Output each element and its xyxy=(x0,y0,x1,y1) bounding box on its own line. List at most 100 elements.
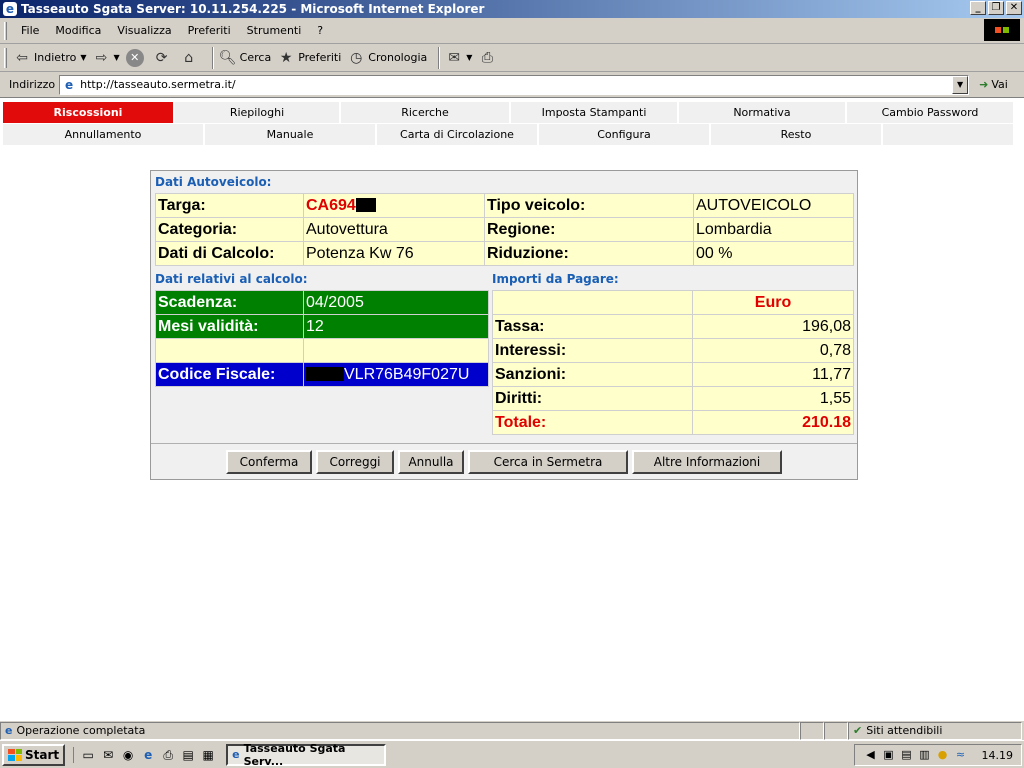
back-arrow-icon: ⇦ xyxy=(16,49,28,66)
interessi-value: 0,78 xyxy=(693,339,853,362)
riduzione-value: 00 % xyxy=(694,242,853,265)
app-icon[interactable]: ▤ xyxy=(180,747,196,763)
address-url[interactable]: http://tasseauto.sermetra.it/ xyxy=(80,78,236,91)
clock[interactable]: 14.19 xyxy=(982,749,1014,762)
currency-header: Euro xyxy=(693,291,853,314)
sanzioni-label: Sanzioni: xyxy=(493,363,692,386)
stop-button[interactable]: ✕ xyxy=(125,48,147,67)
mail-button[interactable]: ✉ ▼ xyxy=(445,49,472,67)
trusted-zone-icon: ✔ xyxy=(853,724,863,737)
menu-preferiti[interactable]: Preferiti xyxy=(180,24,239,37)
status-pane-empty xyxy=(800,721,824,740)
amounts-section-title: Importi da Pagare: xyxy=(492,272,619,286)
address-dropdown-button[interactable]: ▼ xyxy=(952,75,969,94)
mail-dropdown-icon[interactable]: ▼ xyxy=(466,53,472,62)
printer-icon[interactable]: ⎙ xyxy=(160,747,176,763)
codice-fiscale-label: Codice Fiscale: xyxy=(156,363,303,386)
back-button[interactable]: ⇦ Indietro ▼ xyxy=(13,49,86,67)
status-pane-empty xyxy=(824,721,848,740)
regione-value: Lombardia xyxy=(694,218,853,241)
start-button[interactable]: Start xyxy=(2,743,66,766)
nav-imposta-stampanti[interactable]: Imposta Stampanti xyxy=(511,102,679,123)
address-label: Indirizzo xyxy=(9,78,56,91)
conferma-button[interactable]: Conferma xyxy=(226,449,312,474)
correggi-button[interactable]: Correggi xyxy=(316,449,394,474)
menu-visualizza[interactable]: Visualizza xyxy=(109,24,179,37)
regione-label: Regione: xyxy=(485,218,693,241)
volume-icon[interactable]: ◀ xyxy=(864,748,878,762)
menu-file[interactable]: File xyxy=(13,24,47,37)
nav-manuale[interactable]: Manuale xyxy=(205,124,377,145)
table-row: Tassa: 196,08 xyxy=(493,315,853,338)
taskbar: Start ▭ ✉ ◉ e ⎙ ▤ ▦ e Tasseauto Sgata Se… xyxy=(0,740,1024,768)
status-message-pane: e Operazione completata xyxy=(0,721,800,740)
tray-icon[interactable]: ▥ xyxy=(918,748,932,762)
ie-quicklaunch-icon[interactable]: e xyxy=(140,747,156,763)
restore-button[interactable]: ❐ xyxy=(988,1,1004,15)
network-icon[interactable]: ▣ xyxy=(882,748,896,762)
empty-cell xyxy=(156,339,303,362)
mail-icon: ✉ xyxy=(448,49,461,66)
home-button[interactable]: ⌂ xyxy=(180,49,201,67)
altre-informazioni-button[interactable]: Altre Informazioni xyxy=(632,449,782,474)
nav-cambio-password[interactable]: Cambio Password xyxy=(847,102,1015,123)
annulla-button[interactable]: Annulla xyxy=(398,449,464,474)
table-row: Diritti: 1,55 xyxy=(493,387,853,410)
back-label: Indietro xyxy=(34,51,77,64)
diritti-value: 1,55 xyxy=(693,387,853,410)
favorites-icon: ★ xyxy=(279,49,293,66)
cerca-sermetra-button[interactable]: Cerca in Sermetra xyxy=(468,449,628,474)
toolbar-separator xyxy=(438,46,441,69)
tray-icon[interactable]: ≈ xyxy=(954,748,968,762)
forward-button[interactable]: ⇨ ▼ xyxy=(93,49,120,67)
go-button[interactable]: ➜ Vai xyxy=(979,78,1008,91)
search-button[interactable]: 🔍︎ Cerca xyxy=(219,49,271,67)
media-player-icon[interactable]: ◉ xyxy=(120,747,136,763)
minimize-button[interactable]: _ xyxy=(970,1,986,15)
outlook-icon[interactable]: ✉ xyxy=(100,747,116,763)
window-title-bar: e Tasseauto Sgata Server: 10.11.254.225 … xyxy=(0,0,1024,18)
sanzioni-value: 11,77 xyxy=(693,363,853,386)
redacted-block xyxy=(355,198,376,213)
back-dropdown-icon[interactable]: ▼ xyxy=(80,53,86,62)
nav-configura[interactable]: Configura xyxy=(539,124,711,145)
nav-row-primary: Riscossioni Riepiloghi Ricerche Imposta … xyxy=(3,102,1015,123)
menu-strumenti[interactable]: Strumenti xyxy=(239,24,310,37)
history-button[interactable]: ◷ Cronologia xyxy=(347,49,427,67)
nav-normativa[interactable]: Normativa xyxy=(679,102,847,123)
start-label: Start xyxy=(25,747,60,762)
tray-icon[interactable]: ● xyxy=(936,748,950,762)
taskbar-window-item[interactable]: e Tasseauto Sgata Serv... xyxy=(226,742,387,768)
app-icon[interactable]: ▦ xyxy=(200,747,216,763)
nav-riepiloghi[interactable]: Riepiloghi xyxy=(175,102,341,123)
scadenza-value: 04/2005 xyxy=(304,291,488,314)
nav-empty xyxy=(883,124,1015,145)
nav-resto[interactable]: Resto xyxy=(711,124,883,145)
print-button[interactable]: ⎙ xyxy=(478,49,499,67)
tray-icon[interactable]: ▤ xyxy=(900,748,914,762)
totale-value: 210.18 xyxy=(693,411,853,434)
empty-cell xyxy=(493,291,692,314)
show-desktop-icon[interactable]: ▭ xyxy=(80,747,96,763)
empty-cell xyxy=(304,339,488,362)
menu-modifica[interactable]: Modifica xyxy=(47,24,109,37)
forward-dropdown-icon[interactable]: ▼ xyxy=(114,53,120,62)
address-input[interactable]: e http://tasseauto.sermetra.it/ ▼ xyxy=(59,74,970,95)
table-row xyxy=(156,339,488,362)
nav-ricerche[interactable]: Ricerche xyxy=(341,102,511,123)
close-button[interactable]: ✕ xyxy=(1006,1,1022,15)
nav-annullamento[interactable]: Annullamento xyxy=(3,124,205,145)
nav-row-secondary: Annullamento Manuale Carta di Circolazio… xyxy=(3,124,1015,145)
calcolo-label: Dati di Calcolo: xyxy=(156,242,303,265)
nav-riscossioni[interactable]: Riscossioni xyxy=(3,102,175,123)
nav-carta-circolazione[interactable]: Carta di Circolazione xyxy=(377,124,539,145)
favorites-button[interactable]: ★ Preferiti xyxy=(277,49,341,67)
payment-panel: Dati Autoveicolo: Targa: CA694 Tipo veic… xyxy=(150,170,858,480)
refresh-button[interactable]: ⟳ xyxy=(153,49,174,67)
page-icon: e xyxy=(65,77,74,92)
categoria-label: Categoria: xyxy=(156,218,303,241)
toolbar-grip xyxy=(4,47,7,68)
toolbar: ⇦ Indietro ▼ ⇨ ▼ ✕ ⟳ ⌂ 🔍︎ Cerca ★ Prefer… xyxy=(0,44,1024,72)
menu-help[interactable]: ? xyxy=(309,24,331,37)
favorites-label: Preferiti xyxy=(298,51,342,64)
